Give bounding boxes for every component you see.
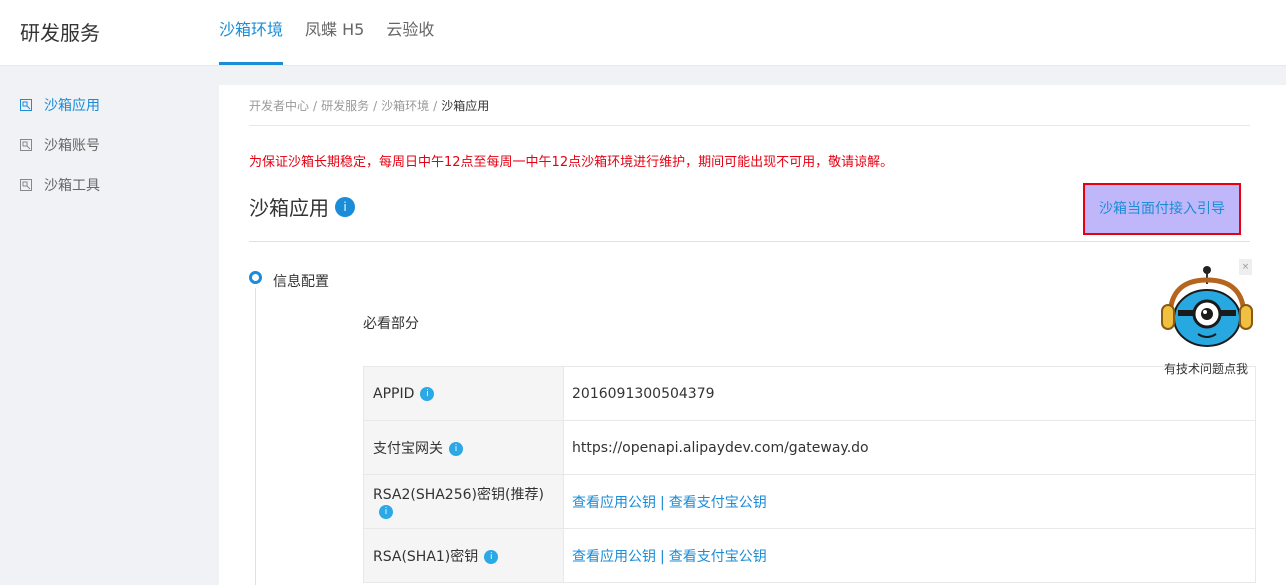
sidebar-item-label: 沙箱账号 — [44, 138, 100, 154]
page-title-text: 沙箱应用 — [249, 196, 329, 220]
breadcrumb: 开发者中心 / 研发服务 / 沙箱环境 / 沙箱应用 — [249, 99, 490, 113]
table-row: RSA(SHA1)密钥 i 查看应用公钥 | 查看支付宝公钥 — [363, 528, 1256, 583]
brand-title: 研发服务 — [20, 21, 100, 45]
table-label-cell: 支付宝网关 i — [363, 420, 564, 475]
breadcrumb-sandbox-env[interactable]: 沙箱环境 — [381, 99, 429, 113]
info-icon[interactable]: i — [449, 441, 463, 456]
appid-label: APPID — [373, 385, 415, 402]
table-label-cell: APPID i — [363, 366, 564, 421]
header-band — [0, 66, 1286, 85]
info-icon[interactable]: i — [379, 504, 393, 519]
top-nav: 沙箱环境 凤蝶 H5 云验收 — [219, 0, 456, 66]
gateway-value: https://openapi.alipaydev.com/gateway.do — [563, 420, 1256, 475]
table-row: 支付宝网关 i https://openapi.alipaydev.com/gat… — [363, 420, 1256, 475]
info-icon[interactable]: i — [484, 549, 499, 564]
section-title: 必看部分 — [363, 316, 419, 332]
table-row: RSA2(SHA256)密钥(推荐)i 查看应用公钥 | 查看支付宝公钥 — [363, 474, 1256, 529]
table-row: APPID i 2016091300504379 — [363, 366, 1256, 421]
breadcrumb-current: 沙箱应用 — [441, 99, 490, 113]
gateway-label: 支付宝网关 — [373, 440, 443, 457]
divider — [249, 125, 1250, 126]
rsa-key-label: RSA(SHA1)密钥 — [373, 548, 479, 565]
table-value-cell: 查看应用公钥 | 查看支付宝公钥 — [563, 528, 1256, 583]
main-content: 开发者中心 / 研发服务 / 沙箱环境 / 沙箱应用 为保证沙箱长期稳定，每周日中午12点至… — [219, 85, 1276, 585]
sidebar-item-label: 沙箱应用 — [44, 98, 100, 114]
view-alipay-public-key-link[interactable]: 查看支付宝公钥 — [669, 495, 767, 511]
tab-fengdie-h5[interactable]: 凤蝶 H5 — [305, 0, 364, 66]
sandbox-icon — [20, 139, 32, 151]
tab-cloud-acceptance[interactable]: 云验收 — [386, 0, 434, 66]
table-value-cell: 查看应用公钥 | 查看支付宝公钥 — [563, 474, 1256, 529]
view-app-public-key-link[interactable]: 查看应用公钥 — [572, 495, 656, 511]
sandbox-icon — [20, 99, 32, 111]
sidebar-item-sandbox-account[interactable]: 沙箱账号 — [20, 135, 100, 155]
top-header: 研发服务 沙箱环境 凤蝶 H5 云验收 — [0, 0, 1286, 66]
rsa2-key-label: RSA2(SHA256)密钥(推荐) — [373, 486, 544, 503]
sidebar-item-sandbox-tools[interactable]: 沙箱工具 — [20, 175, 100, 195]
appid-value: 2016091300504379 — [563, 366, 1256, 421]
timeline-dot-icon — [249, 271, 262, 284]
view-app-public-key-link[interactable]: 查看应用公钥 — [572, 549, 656, 565]
table-label-cell: RSA(SHA1)密钥 i — [363, 528, 564, 583]
sidebar-item-label: 沙箱工具 — [44, 178, 100, 194]
step-title: 信息配置 — [273, 274, 329, 290]
breadcrumb-developer-center[interactable]: 开发者中心 — [249, 99, 309, 113]
maintenance-notice: 为保证沙箱长期稳定，每周日中午12点至每周一中午12点沙箱环境进行维护，期间可能… — [249, 155, 894, 170]
info-icon[interactable]: i — [420, 386, 435, 401]
app-info-table: APPID i 2016091300504379 支付宝网关 i https://o… — [363, 366, 1256, 583]
info-icon[interactable]: i — [335, 196, 355, 217]
divider — [249, 241, 1250, 242]
tab-sandbox-env[interactable]: 沙箱环境 — [219, 0, 284, 66]
table-label-cell: RSA2(SHA256)密钥(推荐)i — [363, 474, 564, 529]
breadcrumb-dev-services[interactable]: 研发服务 — [321, 99, 369, 113]
page-title: 沙箱应用 i — [249, 192, 355, 221]
sandbox-icon — [20, 179, 32, 191]
integration-guide-button[interactable]: 沙箱当面付接入引导 — [1083, 183, 1241, 235]
view-alipay-public-key-link[interactable]: 查看支付宝公钥 — [669, 549, 767, 565]
timeline-line — [255, 288, 256, 585]
helper-label[interactable]: 有技术问题点我 — [1164, 360, 1248, 377]
sidebar: 沙箱应用 沙箱账号 沙箱工具 — [0, 85, 219, 585]
sidebar-item-sandbox-app[interactable]: 沙箱应用 — [20, 95, 100, 115]
